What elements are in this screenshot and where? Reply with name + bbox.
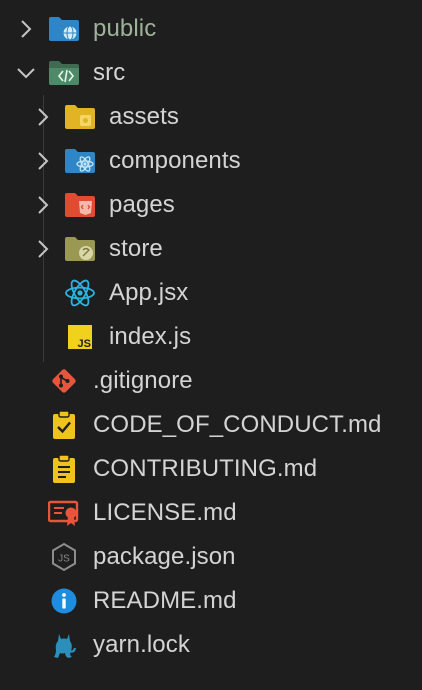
tree-label: .gitignore bbox=[93, 367, 193, 394]
js-icon: JS bbox=[64, 321, 96, 353]
tree-folder-public[interactable]: public bbox=[0, 7, 422, 51]
tree-file-package-json[interactable]: JS package.json bbox=[0, 535, 422, 579]
info-icon bbox=[48, 585, 80, 617]
chevron-right-icon[interactable] bbox=[31, 149, 55, 173]
tree-label: yarn.lock bbox=[93, 631, 190, 658]
chevron-right-icon[interactable] bbox=[31, 193, 55, 217]
tree-label: components bbox=[109, 147, 241, 174]
chevron-right-icon[interactable] bbox=[31, 105, 55, 129]
tree-label: assets bbox=[109, 103, 179, 130]
chevron-down-icon[interactable] bbox=[14, 61, 38, 85]
file-explorer-tree: public src assets components pages store… bbox=[0, 0, 422, 690]
tree-label: public bbox=[93, 15, 157, 42]
tree-folder-store[interactable]: store bbox=[0, 227, 422, 271]
folder-assets-icon bbox=[64, 101, 96, 133]
certificate-icon bbox=[48, 497, 80, 529]
tree-label: App.jsx bbox=[109, 279, 189, 306]
tree-label: pages bbox=[109, 191, 175, 218]
tree-file-readme[interactable]: README.md bbox=[0, 579, 422, 623]
git-icon bbox=[48, 365, 80, 397]
tree-label: CODE_OF_CONDUCT.md bbox=[93, 411, 382, 438]
folder-public-icon bbox=[48, 13, 80, 45]
tree-label: package.json bbox=[93, 543, 236, 570]
clipboard-check-icon bbox=[48, 409, 80, 441]
clipboard-list-icon bbox=[48, 453, 80, 485]
tree-label: store bbox=[109, 235, 163, 262]
tree-file-gitignore[interactable]: .gitignore bbox=[0, 359, 422, 403]
tree-file-app-jsx[interactable]: App.jsx bbox=[0, 271, 422, 315]
tree-label: index.js bbox=[109, 323, 192, 350]
chevron-right-icon[interactable] bbox=[14, 17, 38, 41]
folder-components-icon bbox=[64, 145, 96, 177]
tree-folder-pages[interactable]: pages bbox=[0, 183, 422, 227]
folder-src-icon bbox=[48, 57, 80, 89]
svg-text:JS: JS bbox=[58, 554, 70, 565]
tree-folder-assets[interactable]: assets bbox=[0, 95, 422, 139]
folder-pages-icon bbox=[64, 189, 96, 221]
yarn-cat-icon bbox=[48, 629, 80, 661]
tree-label: src bbox=[93, 59, 126, 86]
tree-label: LICENSE.md bbox=[93, 499, 237, 526]
tree-label: CONTRIBUTING.md bbox=[93, 455, 318, 482]
tree-file-yarn-lock[interactable]: yarn.lock bbox=[0, 623, 422, 667]
tree-file-contributing[interactable]: CONTRIBUTING.md bbox=[0, 447, 422, 491]
tree-file-license[interactable]: LICENSE.md bbox=[0, 491, 422, 535]
tree-file-code-of-conduct[interactable]: CODE_OF_CONDUCT.md bbox=[0, 403, 422, 447]
tree-folder-components[interactable]: components bbox=[0, 139, 422, 183]
svg-text:JS: JS bbox=[78, 338, 91, 350]
chevron-right-icon[interactable] bbox=[31, 237, 55, 261]
nodejs-icon: JS bbox=[48, 541, 80, 573]
folder-store-icon bbox=[64, 233, 96, 265]
tree-label: README.md bbox=[93, 587, 237, 614]
react-icon bbox=[64, 277, 96, 309]
tree-file-index-js[interactable]: JS index.js bbox=[0, 315, 422, 359]
tree-folder-src[interactable]: src bbox=[0, 51, 422, 95]
